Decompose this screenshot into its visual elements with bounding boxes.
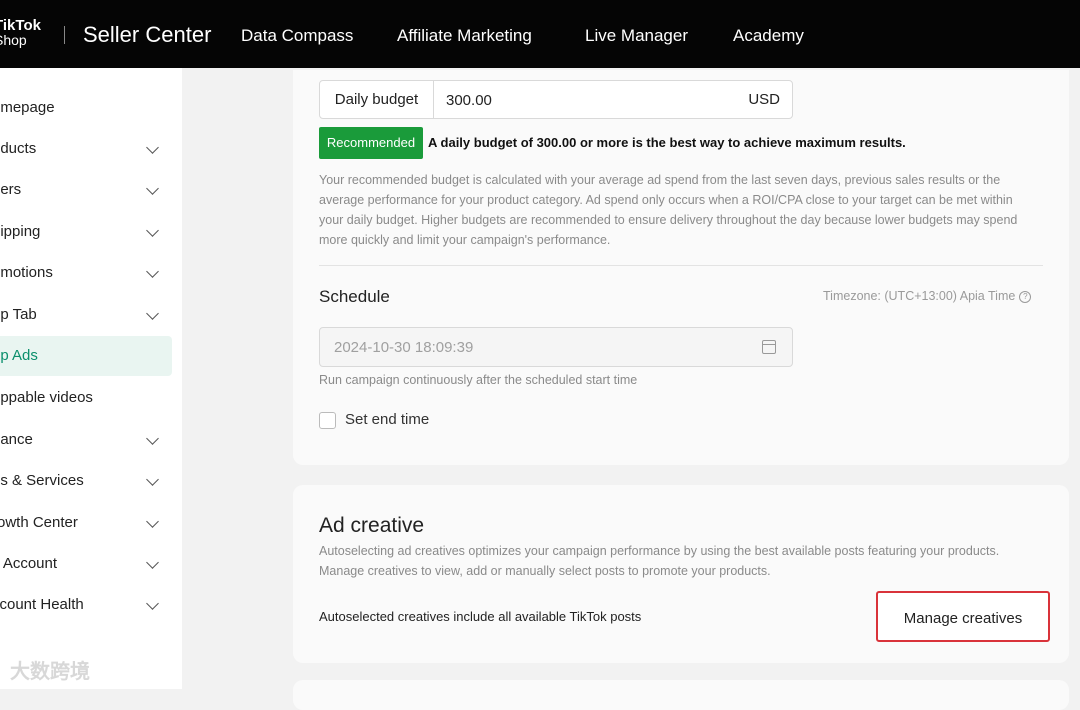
schedule-title: Schedule	[319, 287, 390, 306]
sidebar-item-shoppable-videos[interactable]: oppable videos	[0, 378, 172, 418]
budget-description: Your recommended budget is calculated wi…	[319, 173, 1018, 247]
sidebar-item-label: y Account	[0, 555, 58, 572]
recommended-badge: Recommended	[319, 127, 423, 159]
chevron-down-icon	[146, 432, 159, 445]
timezone-info: Timezone: (UTC+13:00) Apia Time?	[823, 289, 1032, 303]
chevron-down-icon	[146, 182, 159, 195]
sidebar-item-label: oducts	[0, 140, 37, 157]
sidebar-item-apps-services[interactable]: ps & Services	[0, 461, 172, 501]
set-end-time-checkbox[interactable]	[319, 412, 336, 429]
ad-creative-title: Ad creative	[319, 514, 425, 537]
nav-academy[interactable]: Academy	[733, 26, 804, 46]
chevron-down-icon	[146, 307, 159, 320]
recommendation-text: A daily budget of 300.00 or more is the …	[428, 135, 906, 150]
currency-unit: USD	[748, 91, 780, 108]
sidebar: omepage oducts ders hipping omotions op …	[0, 68, 182, 689]
sidebar-item-label: op Tab	[0, 306, 37, 323]
nav-affiliate-marketing[interactable]: Affiliate Marketing	[397, 26, 532, 46]
sidebar-item-products[interactable]: oducts	[0, 129, 172, 169]
autoselected-creatives-text: Autoselected creatives include all avail…	[319, 609, 642, 624]
start-date-value: 2024-10-30 18:09:39	[334, 339, 474, 356]
sidebar-item-label: rowth Center	[0, 514, 78, 531]
daily-budget-input[interactable]	[444, 81, 738, 120]
start-date-field[interactable]: 2024-10-30 18:09:39	[319, 327, 793, 367]
sidebar-item-orders[interactable]: ders	[0, 170, 172, 210]
calendar-icon[interactable]	[762, 340, 776, 354]
chevron-down-icon	[146, 515, 159, 528]
sidebar-item-label: ders	[0, 181, 22, 198]
next-card	[293, 680, 1069, 710]
sidebar-item-label: omotions	[0, 264, 53, 281]
set-end-time-label[interactable]: Set end time	[345, 411, 429, 428]
top-nav: TikTok Shop Seller Center Data Compass A…	[0, 0, 1080, 68]
nav-divider	[64, 26, 65, 44]
ad-creative-description: Autoselecting ad creatives optimizes you…	[319, 544, 1000, 578]
chevron-down-icon	[146, 224, 159, 237]
tiktok-shop-logo[interactable]: TikTok Shop	[0, 18, 54, 54]
sidebar-item-label: ps & Services	[0, 472, 84, 489]
chevron-down-icon	[146, 265, 159, 278]
logo-line1: TikTok	[0, 17, 41, 34]
sidebar-item-growth-center[interactable]: rowth Center	[0, 503, 172, 543]
help-icon[interactable]: ?	[1019, 290, 1032, 303]
sidebar-item-label: ccount Health	[0, 596, 84, 613]
schedule-hint: Run campaign continuously after the sche…	[319, 373, 638, 387]
chevron-down-icon	[146, 556, 159, 569]
chevron-down-icon	[146, 473, 159, 486]
sidebar-item-finance[interactable]: nance	[0, 420, 172, 460]
nav-data-compass[interactable]: Data Compass	[241, 26, 353, 46]
chevron-down-icon	[146, 597, 159, 610]
brand-title[interactable]: Seller Center	[83, 22, 211, 48]
timezone-text: Timezone: (UTC+13:00) Apia Time	[823, 289, 1016, 303]
daily-budget-label: Daily budget	[320, 81, 434, 118]
logo-line2: Shop	[0, 32, 27, 48]
sidebar-item-shop-ads[interactable]: op Ads	[0, 336, 172, 376]
section-divider	[319, 265, 1043, 266]
sidebar-item-homepage[interactable]: omepage	[0, 88, 172, 128]
chevron-down-icon	[146, 141, 159, 154]
sidebar-item-label: omepage	[0, 99, 55, 116]
sidebar-item-shop-tab[interactable]: op Tab	[0, 295, 172, 335]
sidebar-item-shipping[interactable]: hipping	[0, 212, 172, 252]
daily-budget-field: Daily budget USD	[319, 80, 793, 120]
sidebar-item-promotions[interactable]: omotions	[0, 253, 172, 293]
sidebar-item-my-account[interactable]: y Account	[0, 544, 172, 584]
nav-live-manager[interactable]: Live Manager	[585, 26, 688, 46]
sidebar-item-label: op Ads	[0, 347, 38, 364]
sidebar-item-label: hipping	[0, 223, 41, 240]
sidebar-item-label: nance	[0, 431, 33, 448]
sidebar-item-account-health[interactable]: ccount Health	[0, 585, 172, 625]
watermark: 大数跨境	[10, 661, 90, 683]
sidebar-item-label: oppable videos	[0, 389, 93, 406]
manage-creatives-button[interactable]: Manage creatives	[876, 591, 1050, 642]
